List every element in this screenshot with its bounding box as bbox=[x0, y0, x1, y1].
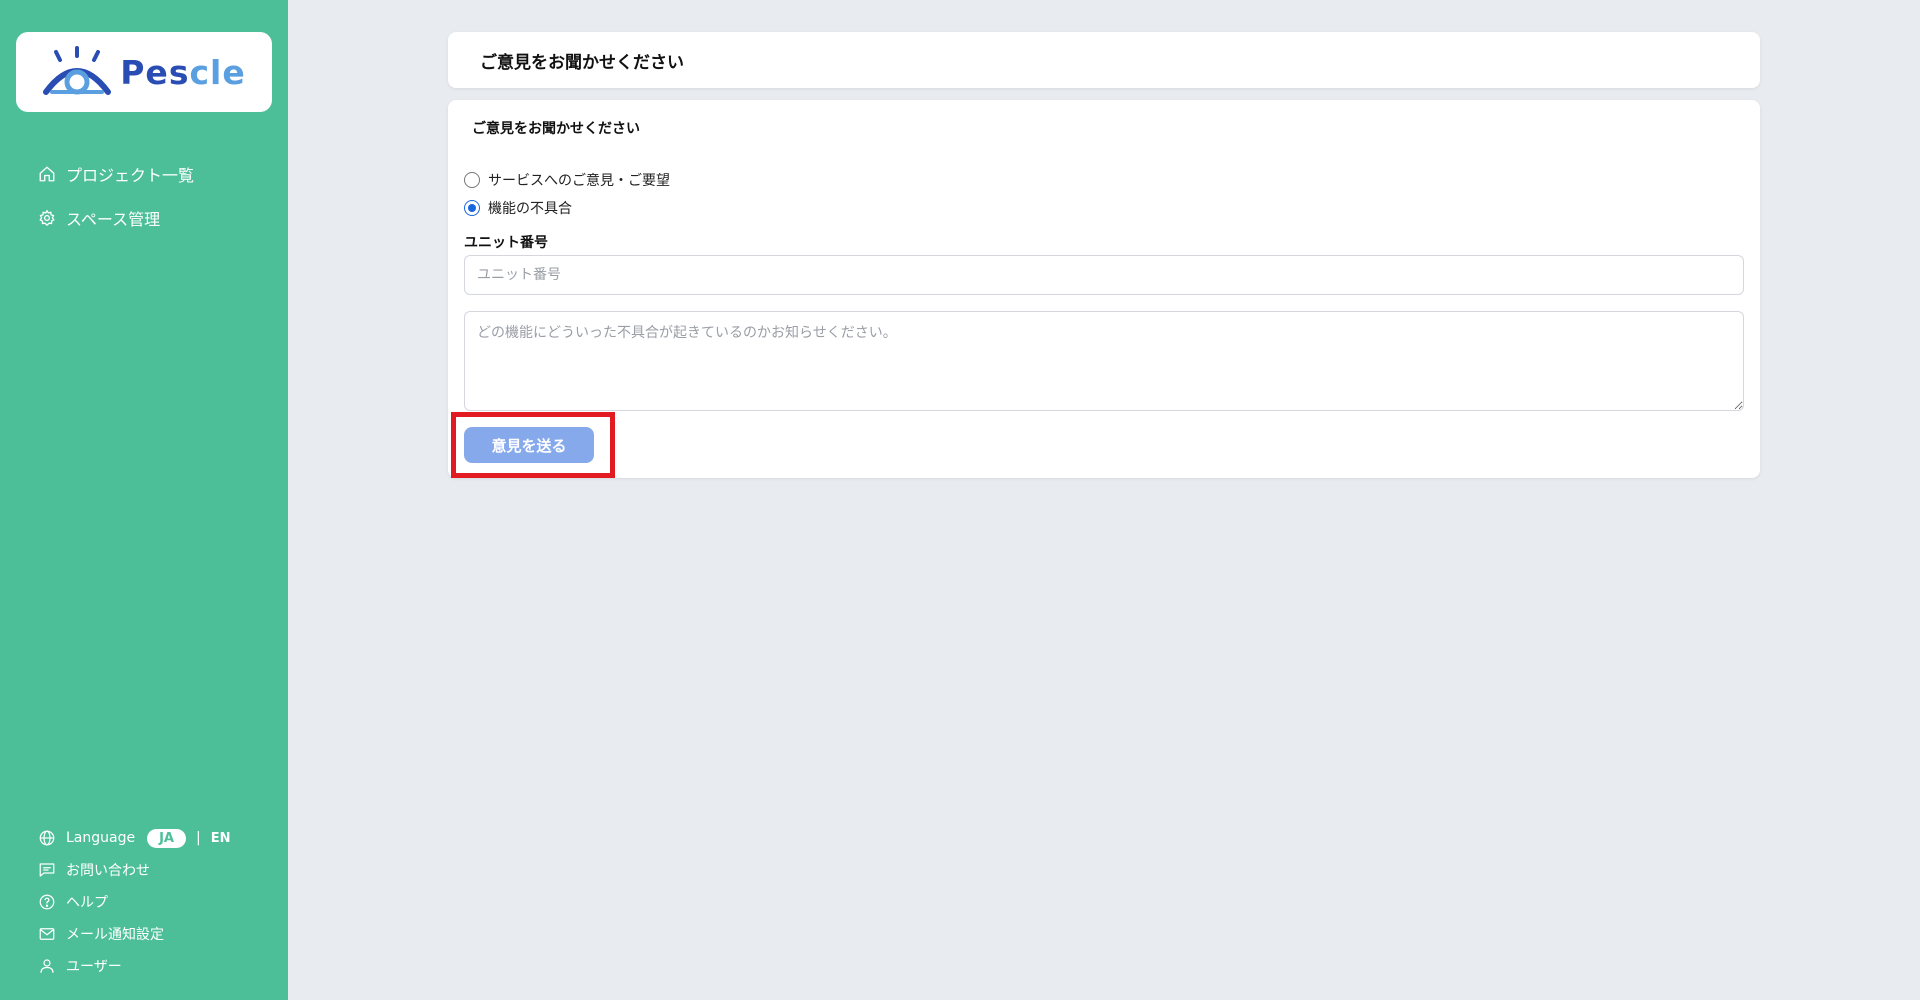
unit-number-input[interactable] bbox=[464, 255, 1744, 295]
language-ja-button[interactable]: JA bbox=[147, 828, 186, 848]
chat-icon bbox=[39, 863, 55, 877]
radio-label: サービスへのご意見・ご要望 bbox=[488, 173, 670, 189]
nav-item-projects[interactable]: プロジェクト一覧 bbox=[38, 152, 194, 196]
nav-item-help[interactable]: ヘルプ bbox=[38, 886, 230, 918]
radio-service-feedback[interactable]: サービスへのご意見・ご要望 bbox=[464, 170, 670, 190]
home-icon bbox=[39, 166, 55, 182]
nav-item-space-settings[interactable]: スペース管理 bbox=[38, 196, 194, 240]
language-label: Language bbox=[66, 830, 136, 846]
radio-feature-bug[interactable]: 機能の不具合 bbox=[464, 198, 572, 218]
nav-item-contact[interactable]: お問い合わせ bbox=[38, 854, 230, 886]
eye-logo-icon bbox=[43, 46, 112, 95]
logo-text: Pescle bbox=[120, 53, 245, 92]
logo-text-part2: cle bbox=[189, 52, 246, 92]
form-title: ご意見をお聞かせください bbox=[472, 121, 640, 137]
help-icon bbox=[39, 894, 55, 910]
logo-text-part1: Pes bbox=[120, 52, 190, 92]
nav-item-user[interactable]: ユーザー bbox=[38, 950, 230, 982]
radio-label: 機能の不具合 bbox=[488, 201, 572, 217]
language-switcher: Language JA | EN bbox=[38, 822, 230, 854]
nav-item-label: プロジェクト一覧 bbox=[66, 166, 195, 185]
nav-item-mail-settings[interactable]: メール通知設定 bbox=[38, 918, 230, 950]
logo[interactable]: Pescle bbox=[16, 32, 272, 112]
globe-icon bbox=[39, 830, 55, 846]
main-nav: プロジェクト一覧 スペース管理 bbox=[38, 152, 194, 240]
submit-feedback-button[interactable]: 意見を送る bbox=[464, 427, 594, 463]
language-en-button[interactable]: EN bbox=[211, 831, 231, 846]
feedback-form: ご意見をお聞かせください サービスへのご意見・ご要望 機能の不具合 ユニット番号… bbox=[448, 100, 1760, 478]
sidebar: Pescle プロジェクト一覧 スペース管理 Language JA | EN … bbox=[0, 0, 288, 1000]
user-icon bbox=[40, 959, 54, 973]
nav-item-label: メール通知設定 bbox=[66, 927, 164, 943]
app-root: Pescle プロジェクト一覧 スペース管理 Language JA | EN … bbox=[0, 0, 1920, 1000]
mail-icon bbox=[39, 928, 55, 940]
page-header: ご意見をお聞かせください bbox=[448, 32, 1760, 88]
gear-icon bbox=[39, 209, 55, 227]
nav-item-label: ヘルプ bbox=[66, 895, 108, 911]
radio-circle[interactable] bbox=[464, 172, 480, 188]
language-separator: | bbox=[196, 830, 201, 846]
bottom-nav: Language JA | EN お問い合わせ ヘルプ メール通知設定 ユーザー bbox=[38, 822, 230, 982]
nav-item-label: ユーザー bbox=[66, 959, 122, 975]
bug-detail-textarea[interactable] bbox=[464, 311, 1744, 411]
radio-circle-checked[interactable] bbox=[464, 200, 480, 216]
nav-item-label: スペース管理 bbox=[66, 210, 161, 229]
nav-item-label: お問い合わせ bbox=[66, 863, 150, 879]
unit-number-label: ユニット番号 bbox=[464, 235, 548, 251]
page-title: ご意見をお聞かせください bbox=[480, 52, 684, 73]
